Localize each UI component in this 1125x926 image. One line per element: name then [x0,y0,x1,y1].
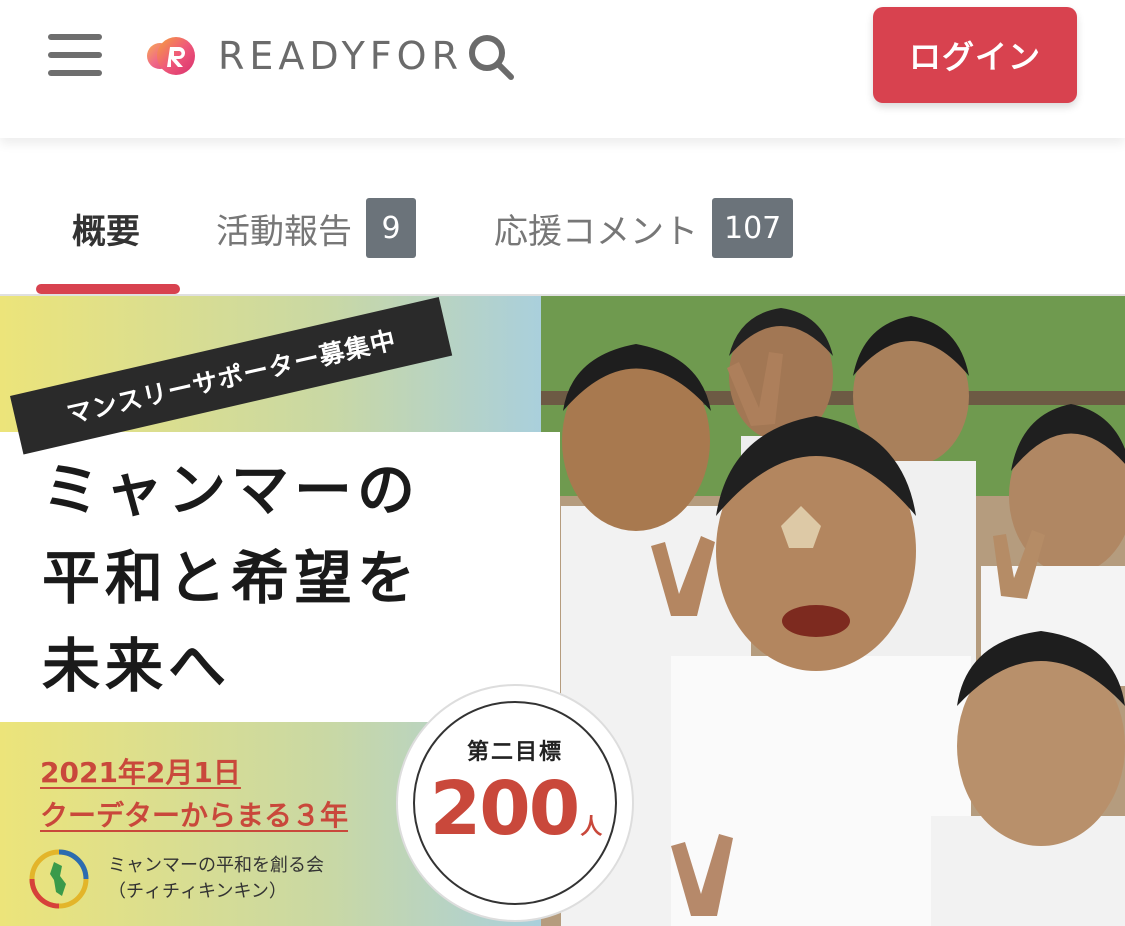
goal-unit: 人 [580,815,602,840]
readyfor-logo[interactable]: READYFOR [146,34,463,78]
coup-anniversary-text: 2021年2月1日 クーデターからまる３年 [40,751,348,838]
goal-number: 200 [429,766,580,852]
headline-line: 平和と希望を [42,544,421,613]
count-badge: 9 [366,198,416,258]
banner-headline: ミャンマーの 平和と希望を 未来へ [42,446,420,710]
top-header: READYFOR ログイン [0,0,1125,138]
org-name-line: ミャンマーの平和を創る会 [108,854,324,876]
organization-name: ミャンマーの平和を創る会 （チィチィキンキン） [108,853,324,905]
project-hero-banner: マンスリーサポーター募集中 ミャンマーの 平和と希望を 未来へ 2021年2月1… [0,294,1125,926]
goal-label: 第二目標 [466,740,563,765]
date-line: 2021年2月1日 [40,756,241,789]
tab-label: 概要 [72,211,140,252]
search-icon[interactable] [466,32,516,82]
second-goal-badge: 第二目標 200人 [398,686,632,920]
logo-wordmark: READYFOR [218,34,463,78]
tab-overview[interactable]: 概要 [72,198,140,258]
goal-value: 200人 [430,772,602,846]
tab-activity-reports[interactable]: 活動報告 9 [216,198,416,258]
login-button[interactable]: ログイン [873,7,1077,103]
count-badge: 107 [712,198,794,258]
readyfor-logo-mark-icon [147,37,195,75]
organization-logo-icon [29,849,89,909]
children-photo [541,296,1125,926]
organization-credit: ミャンマーの平和を創る会 （チィチィキンキン） [28,848,324,910]
anniversary-line: クーデターからまる３年 [40,799,349,833]
project-tabs: 概要 活動報告 9 応援コメント 107 [0,138,1125,294]
children-photo-illustration [541,296,1125,926]
headline-line: ミャンマーの [42,456,421,524]
active-tab-indicator [36,284,180,294]
org-name-reading: （チィチィキンキン） [108,881,287,902]
tab-label: 応援コメント [494,211,698,252]
menu-icon[interactable] [48,34,102,76]
tab-support-comments[interactable]: 応援コメント 107 [494,198,794,258]
headline-line: 未来へ [42,632,232,701]
tab-label: 活動報告 [216,211,352,252]
